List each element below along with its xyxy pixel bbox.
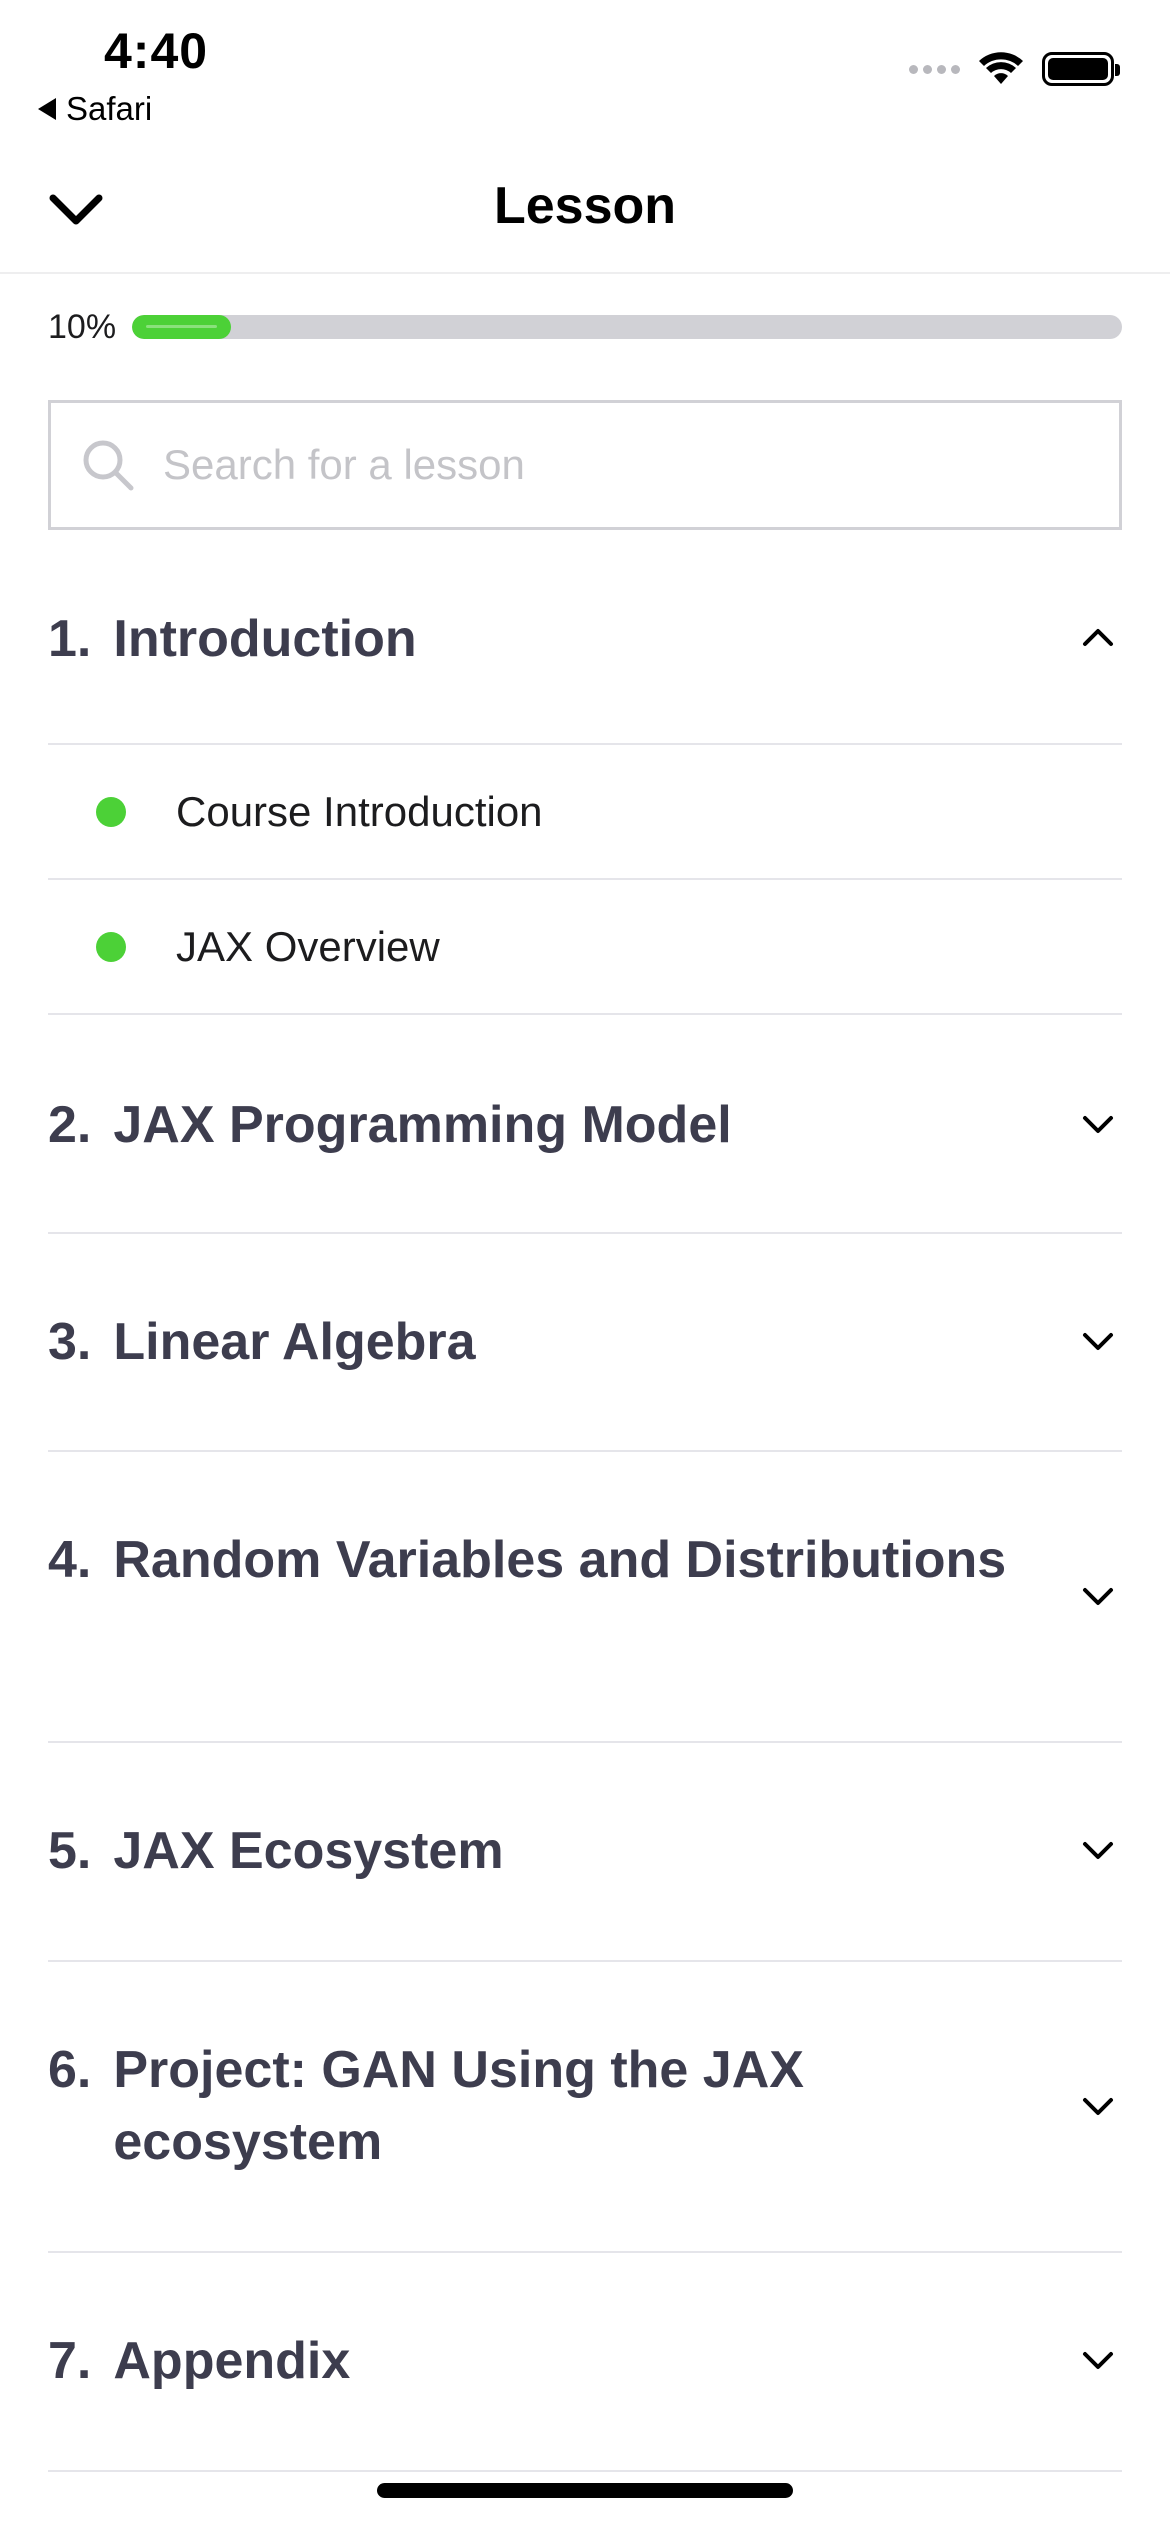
completed-dot-icon (96, 796, 126, 827)
back-triangle-icon (38, 98, 56, 120)
lesson-item[interactable]: JAX Overview (48, 880, 1122, 1015)
chevron-down-icon[interactable] (1080, 1833, 1116, 1869)
lesson-header: Lesson (0, 140, 1170, 274)
course-progress: 10% (48, 304, 1122, 350)
section-title: JAX Ecosystem (113, 1822, 504, 1880)
back-app-label: Safari (66, 90, 153, 127)
section-number: 4. (48, 1531, 92, 1589)
section-header-jax-ecosystem[interactable]: 5. JAX Ecosystem (48, 1743, 1122, 1962)
section-introduction: 1. Introduction Course Introduction JAX … (48, 530, 1122, 1015)
completed-dot-icon (96, 931, 126, 962)
section-number: 7. (48, 2332, 92, 2390)
section-header-appendix[interactable]: 7. Appendix (48, 2253, 1122, 2472)
section-title: Random Variables and Distributions (113, 1531, 1007, 1589)
lesson-sections: 1. Introduction Course Introduction JAX … (48, 530, 1122, 2472)
page-title: Lesson (493, 177, 677, 235)
chevron-down-icon[interactable] (1080, 2343, 1116, 2379)
section-number: 6. (48, 2041, 92, 2099)
section-title: JAX Programming Model (113, 1096, 732, 1154)
search-input[interactable] (163, 441, 1043, 489)
section-title: Linear Algebra (113, 1313, 476, 1371)
status-time: 4:40 (104, 23, 209, 79)
signal-icon (909, 64, 960, 74)
progress-percent: 10% (48, 307, 117, 346)
lesson-label: JAX Overview (176, 922, 440, 970)
section-number: 3. (48, 1313, 92, 1371)
chevron-down-icon[interactable] (1080, 1579, 1116, 1615)
home-indicator[interactable] (377, 2483, 793, 2498)
section-number: 5. (48, 1822, 92, 1880)
section-header-jax-programming-model[interactable]: 2. JAX Programming Model (48, 1015, 1122, 1234)
wifi-icon (979, 52, 1023, 84)
progress-bar-fill (132, 315, 231, 339)
search-icon (83, 440, 134, 491)
battery-icon (1042, 52, 1120, 86)
section-title: Appendix (113, 2332, 351, 2390)
section-number: 1. (48, 610, 92, 668)
section-header-random-variables[interactable]: 4. Random Variables and Distributions (48, 1452, 1122, 1743)
chevron-down-icon[interactable] (1080, 1324, 1116, 1360)
section-header-project-gan[interactable]: 6. Project: GAN Using the JAX ecosystem (48, 1962, 1122, 2253)
section-number: 2. (48, 1096, 92, 1154)
lesson-search[interactable] (48, 400, 1122, 530)
section-header-linear-algebra[interactable]: 3. Linear Algebra (48, 1234, 1122, 1452)
lesson-item[interactable]: Course Introduction (48, 745, 1122, 880)
back-to-safari-link[interactable]: Safari (38, 90, 152, 128)
status-bar: 4:40 Safari (0, 0, 1170, 140)
chevron-down-icon[interactable] (1080, 2089, 1116, 2125)
lesson-label: Course Introduction (176, 787, 543, 835)
progress-bar (132, 315, 1122, 339)
section-header[interactable]: 1. Introduction (48, 530, 1122, 745)
section-title: Introduction (113, 610, 417, 668)
section-title: Project: GAN Using the JAX ecosystem (113, 2041, 804, 2171)
chevron-up-icon[interactable] (1080, 619, 1116, 655)
status-icons (909, 52, 1120, 86)
chevron-down-icon[interactable] (1080, 1107, 1116, 1143)
